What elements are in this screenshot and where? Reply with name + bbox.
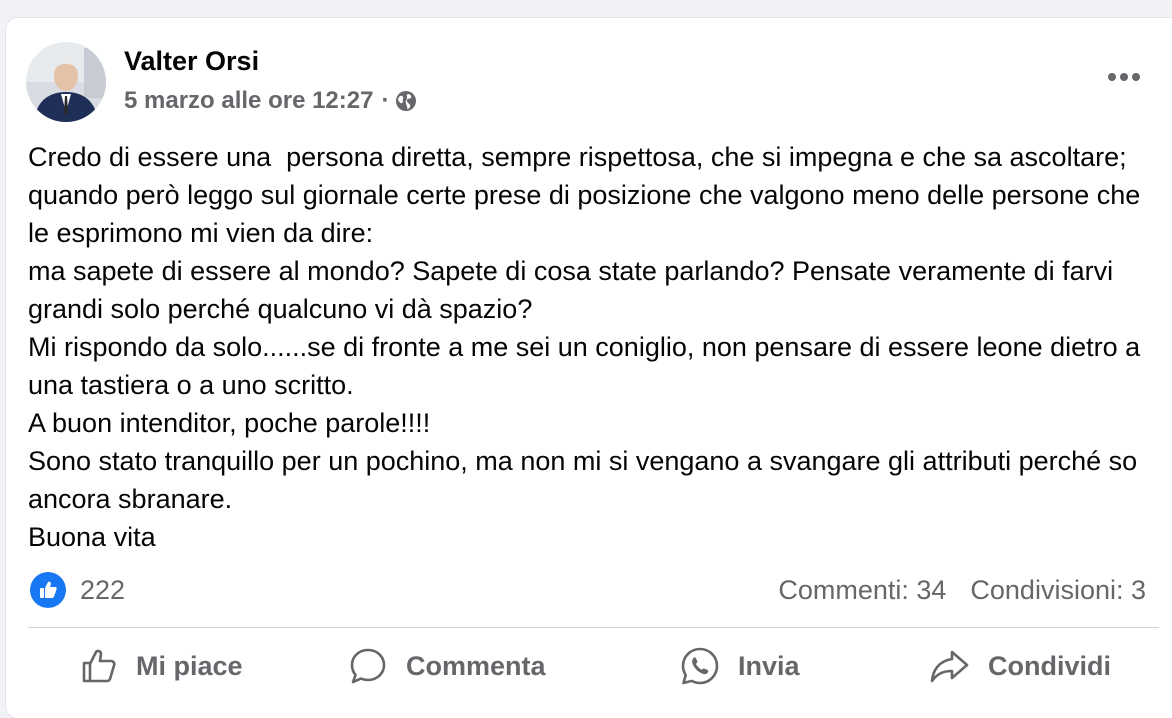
like-button[interactable]: Mi piace <box>80 640 243 692</box>
post-paragraph: Buona vita <box>28 522 156 552</box>
post-timestamp[interactable]: 5 marzo alle ore 12:27 <box>124 87 373 115</box>
reactions-summary[interactable]: 222 <box>30 572 125 608</box>
author-name[interactable]: Valter Orsi <box>124 44 259 78</box>
post-paragraph: A buon intenditor, poche parole!!!! <box>28 408 431 438</box>
post-body: Credo di essere una persona diretta, sem… <box>28 138 1163 556</box>
comment-button[interactable]: Commenta <box>348 640 546 692</box>
more-options-icon[interactable] <box>1102 62 1146 92</box>
send-button-label: Invia <box>738 650 800 681</box>
avatar[interactable] <box>26 42 106 122</box>
comment-button-label: Commenta <box>406 650 546 681</box>
post-meta: 5 marzo alle ore 12:27 · <box>124 84 417 118</box>
like-button-label: Mi piace <box>136 650 243 681</box>
comment-icon <box>350 648 386 684</box>
like-icon <box>30 572 66 608</box>
meta-separator: · <box>381 87 390 114</box>
thumbs-up-icon <box>82 649 116 683</box>
post-paragraph: Sono stato tranquillo per un pochino, ma… <box>28 446 1145 514</box>
shares-count[interactable]: Condivisioni: 3 <box>970 575 1146 606</box>
post-card: Valter Orsi 5 marzo alle ore 12:27 · Cre… <box>6 18 1172 718</box>
send-button[interactable]: Invia <box>680 640 800 692</box>
post-paragraph: Mi rispondo da solo......se di fronte a … <box>28 332 1148 400</box>
comments-count[interactable]: Commenti: 34 <box>778 575 946 606</box>
post-paragraph: Credo di essere una persona diretta, sem… <box>28 142 1148 248</box>
reaction-count: 222 <box>80 574 126 605</box>
engagement-counts: Commenti: 34 Condivisioni: 3 <box>778 572 1146 608</box>
post-paragraph: ma sapete di essere al mondo? Sapete di … <box>28 256 1121 324</box>
avatar-image <box>26 42 106 122</box>
action-bar: Mi piace Commenta Invia Condividi <box>28 640 1159 700</box>
divider <box>28 627 1159 628</box>
share-icon <box>930 650 969 683</box>
globe-icon[interactable] <box>395 90 417 112</box>
share-button-label: Condividi <box>988 650 1111 681</box>
share-button[interactable]: Condividi <box>928 640 1111 692</box>
whatsapp-icon <box>681 647 719 685</box>
